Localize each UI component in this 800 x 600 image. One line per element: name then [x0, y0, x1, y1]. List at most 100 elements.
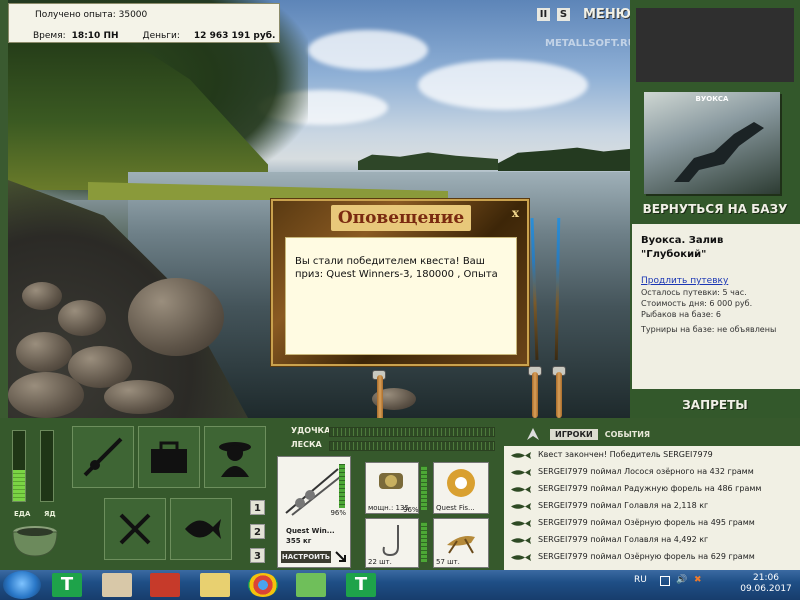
remaining-time: Осталось путевки: 5 час. [641, 288, 747, 297]
lure-slot[interactable]: 57 шт. [433, 518, 489, 568]
rod-handle[interactable] [377, 375, 383, 421]
event-row: Квест закончен! Победитель SERGEI7979 [538, 450, 713, 459]
slot-3-button[interactable]: 3 [250, 548, 265, 563]
return-to-base-button[interactable]: ВЕРНУТЬСЯ НА БАЗУ [630, 202, 800, 216]
event-row: SERGEI7979 поймал Голавля на 2,118 кг [538, 501, 709, 510]
food-gauge-fill [13, 469, 25, 501]
event-row: SERGEI7979 поймал Радужную форель на 486… [538, 484, 762, 493]
far-shore [498, 147, 630, 171]
tab-players[interactable]: ИГРОКИ [550, 429, 598, 440]
location-map[interactable]: ВУОКСА [644, 92, 780, 194]
tackle-box-button[interactable] [138, 426, 200, 488]
fork-knife-icon [119, 513, 151, 545]
rod-handle[interactable] [556, 372, 562, 418]
tune-button[interactable]: НАСТРОИТЬ [281, 551, 331, 563]
pause-button[interactable]: II [537, 8, 550, 21]
sound-button[interactable]: S [557, 8, 570, 21]
start-button[interactable] [3, 571, 41, 599]
dialog-message: Вы стали победителем квеста! Ваш приз: Q… [285, 237, 517, 355]
experience-row: Получено опыта: 35000 [35, 10, 147, 20]
app-pen-icon[interactable] [102, 573, 132, 597]
tournaments-info: Турниры на базе: не объявлены [641, 325, 777, 334]
time-label: Время: [33, 31, 66, 41]
bottom-panel: ЕДА ЯД 1 2 3 УДОЧКА ЛЕСКА Quest Win... 3… [0, 418, 800, 570]
slot-2-button[interactable]: 2 [250, 524, 265, 539]
app-t-icon[interactable]: T [52, 573, 82, 597]
extend-permit-link[interactable]: Продлить путевку [641, 276, 791, 286]
far-shore [358, 152, 498, 170]
stats-panel: Получено опыта: 35000 Время: 18:10 ПН Де… [8, 3, 280, 43]
cloud [308, 30, 428, 70]
fisherman-icon [219, 442, 251, 477]
tackle-box-icon [151, 441, 187, 473]
folder-icon[interactable] [200, 573, 230, 597]
experience-value: 35000 [118, 10, 148, 20]
food-button[interactable] [104, 498, 166, 560]
events-list: Квест закончен! Победитель SERGEI7979 SER… [504, 446, 800, 570]
clock[interactable]: 21:06 09.06.2017 [736, 573, 796, 595]
rod-tool-button[interactable] [72, 426, 134, 488]
fish-row-icon [511, 452, 531, 459]
fish-row-icon [511, 554, 531, 561]
rod-handle[interactable] [532, 372, 538, 418]
reel-item-icon [379, 473, 403, 489]
scroll-up-icon[interactable] [526, 427, 540, 441]
slot-1-button[interactable]: 1 [250, 500, 265, 515]
fishing-rod-icon [83, 437, 123, 477]
fish-icon [185, 519, 221, 539]
reel-percent: 96% [403, 506, 419, 514]
event-row: SERGEI7979 поймал Лосося озёрного на 432… [538, 467, 754, 476]
app-clev-icon[interactable] [150, 573, 180, 597]
network-icon[interactable]: ✖ [694, 575, 702, 585]
clock-time: 21:06 [753, 573, 779, 583]
volume-icon[interactable]: 🔊 [676, 575, 687, 585]
grasshopper-icon [447, 536, 475, 554]
info-box [636, 8, 794, 82]
money-value: 12 963 191 руб. [193, 31, 276, 41]
fish-button[interactable] [170, 498, 232, 560]
rod-percent: 96% [330, 509, 346, 517]
rock [58, 300, 106, 336]
menu-button[interactable]: МЕНЮ [583, 7, 631, 22]
line-label: ЛЕСКА [291, 440, 322, 449]
dialog-title: Оповещение [331, 205, 471, 231]
tackle-panel: УДОЧКА ЛЕСКА Quest Win... 355 кг 96% мощ… [277, 422, 495, 568]
taskbar: T T RU 🔊 ✖ 21:06 09.06.2017 [0, 570, 800, 600]
rock [104, 380, 174, 414]
notification-icon[interactable] [660, 576, 670, 586]
rock [128, 278, 224, 356]
poison-gauge [40, 430, 54, 502]
rod-status: УДОЧКА [277, 426, 495, 438]
language-indicator[interactable]: RU [634, 575, 647, 585]
river-shape [674, 122, 764, 182]
game-butterfly-icon[interactable] [296, 573, 326, 597]
fish-row-icon [511, 486, 531, 493]
rod-tension-bar [329, 427, 495, 437]
poison-label: ЯД [44, 510, 56, 518]
event-row: SERGEI7979 поймал Озёрную форель на 495 … [538, 518, 755, 527]
rod-durability-bar [339, 464, 345, 508]
bans-button[interactable]: ЗАПРЕТЫ [630, 398, 800, 412]
location-title: Вуокса. Залив "Глубокий" [641, 235, 724, 260]
app-t2-icon[interactable]: T [346, 573, 376, 597]
cauldron-icon[interactable] [8, 518, 62, 558]
hook-icon [382, 525, 399, 557]
hook-slot[interactable]: 22 шт. [365, 518, 419, 568]
rod-label: УДОЧКА [291, 426, 331, 435]
reel-durability-bar [421, 466, 427, 510]
tab-events[interactable]: СОБЫТИЯ [600, 429, 655, 440]
bait-name: Quest Fis... [436, 504, 475, 512]
rock [8, 372, 84, 418]
bait-slot[interactable]: Quest Fis... [433, 462, 489, 514]
arrow-icon[interactable] [335, 551, 347, 563]
chrome-icon[interactable] [248, 573, 278, 597]
rod-name: Quest Win... [286, 527, 335, 535]
fisherman-button[interactable] [204, 426, 266, 488]
location-panel: Вуокса. Залив "Глубокий" Продлить путевк… [632, 224, 800, 389]
food-label: ЕДА [14, 510, 31, 518]
line-spool-icon [447, 469, 475, 497]
experience-label: Получено опыта: [35, 10, 116, 20]
events-tabs: ИГРОКИ СОБЫТИЯ [550, 429, 655, 440]
rod-weight: 355 кг [286, 537, 312, 545]
close-button[interactable]: x [512, 206, 519, 220]
